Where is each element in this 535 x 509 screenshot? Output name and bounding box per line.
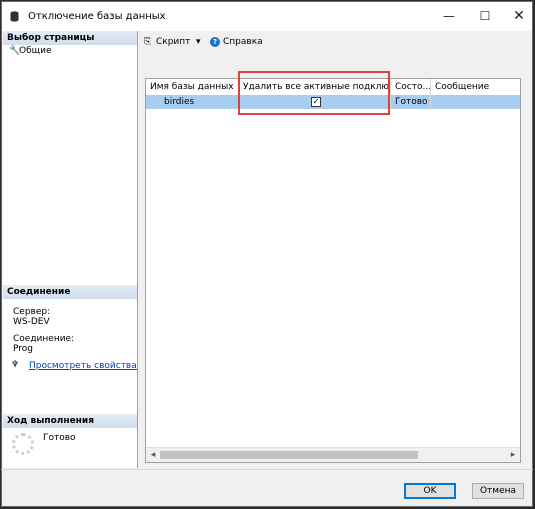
script-icon: ⎘	[144, 37, 152, 47]
cell-message	[431, 95, 521, 109]
maximize-button[interactable]: ☐	[468, 2, 502, 31]
cell-db-name: birdies	[146, 95, 239, 109]
server-label: Сервер:	[13, 307, 51, 317]
help-icon: ?	[210, 37, 220, 47]
column-header-db-name[interactable]: Имя базы данных	[146, 79, 239, 95]
highlight-box	[238, 71, 390, 115]
progress-spinner-icon	[12, 433, 34, 455]
minimize-button[interactable]: —	[432, 2, 466, 31]
ok-button[interactable]: OK	[404, 483, 456, 499]
databases-grid: Имя базы данных Удалить все активные под…	[145, 78, 521, 463]
scroll-right-icon[interactable]: ▸	[506, 448, 520, 462]
column-header-status[interactable]: Состо...	[391, 79, 431, 95]
page-item-general[interactable]: 🔧Общие	[9, 46, 52, 56]
script-dropdown[interactable]: ▾	[196, 37, 201, 47]
connection-properties-icon: ♆	[11, 360, 20, 370]
column-header-message[interactable]: Сообщение	[431, 79, 521, 95]
close-button[interactable]: ✕	[502, 2, 535, 31]
cancel-button[interactable]: Отмена	[472, 483, 524, 499]
progress-header: Ход выполнения	[3, 414, 137, 428]
horizontal-scrollbar[interactable]: ◂ ▸	[146, 447, 520, 462]
help-button[interactable]: ? Справка	[210, 37, 263, 47]
select-page-header: Выбор страницы	[3, 31, 137, 45]
scroll-left-icon[interactable]: ◂	[146, 448, 160, 462]
scrollbar-thumb[interactable]	[160, 451, 418, 459]
connection-header: Соединение	[3, 285, 137, 299]
left-panel: Выбор страницы 🔧Общие Соединение Сервер:…	[3, 31, 138, 468]
server-value: WS-DEV	[13, 317, 50, 327]
connection-label: Соединение:	[13, 334, 75, 344]
script-button[interactable]: ⎘ Скрипт	[144, 37, 190, 47]
page-item-label: Общие	[19, 46, 52, 56]
connection-value: Prog	[13, 344, 33, 354]
database-icon	[10, 11, 19, 22]
window-title: Отключение базы данных	[28, 11, 166, 22]
title-bar: Отключение базы данных — ☐ ✕	[2, 2, 532, 31]
wrench-icon: 🔧	[9, 46, 21, 56]
cell-status: Готово	[391, 95, 431, 109]
progress-status: Готово	[43, 433, 76, 443]
toolbar: ⎘ Скрипт ▾ ? Справка	[138, 31, 532, 55]
view-connection-properties-link[interactable]: Просмотреть свойства соед	[29, 361, 137, 371]
